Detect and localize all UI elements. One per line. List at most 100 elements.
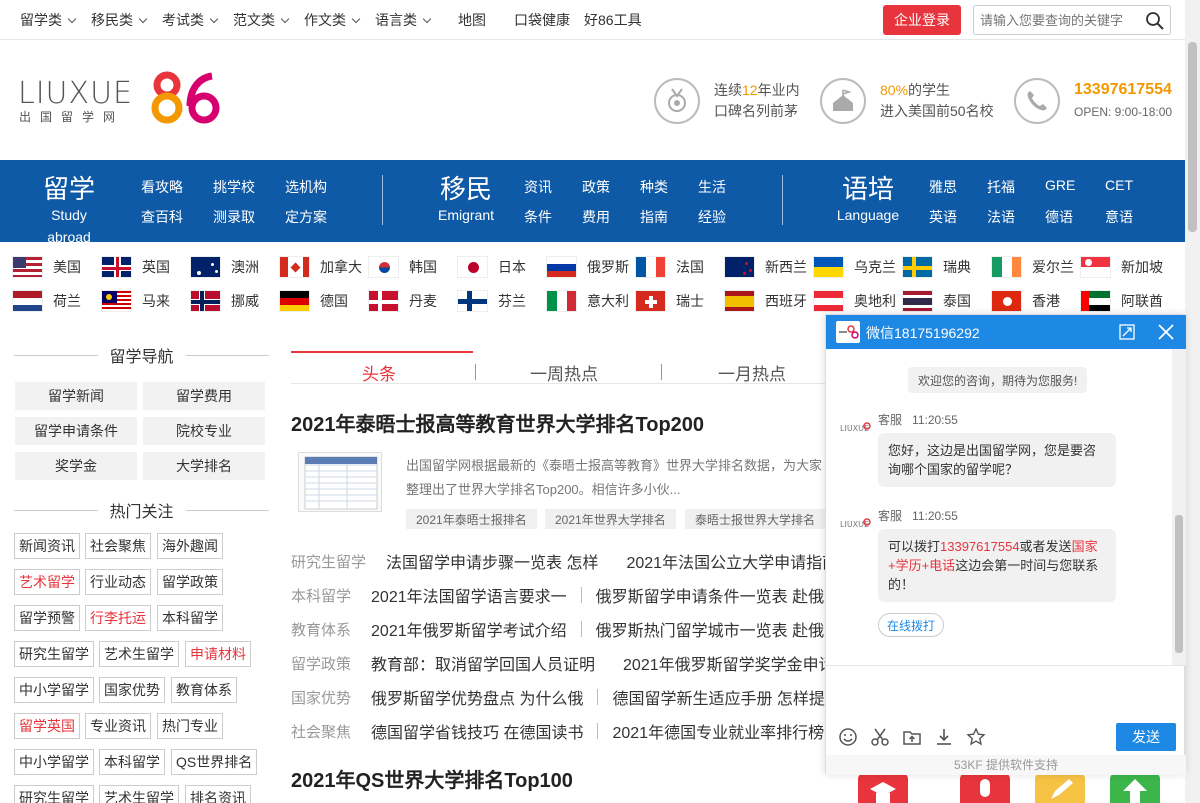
news-category[interactable]: 本科留学 (291, 585, 351, 606)
country-link[interactable]: 西班牙 (724, 290, 807, 312)
tab-weekly[interactable]: 一周热点 (530, 360, 598, 385)
country-link[interactable]: 乌克兰 (813, 256, 896, 278)
chat-scrollbar-thumb[interactable] (1175, 515, 1183, 653)
news-link[interactable]: 2021年德国专业就业率排行榜 (612, 719, 824, 743)
link-map[interactable]: 地图 (458, 10, 486, 30)
band-link[interactable]: 经验 (698, 207, 726, 227)
tag[interactable]: 艺术生留学 (99, 641, 179, 667)
country-link[interactable]: 奥地利 (813, 290, 896, 312)
tag[interactable]: 艺术生留学 (99, 785, 179, 803)
band-link[interactable]: CET (1105, 177, 1133, 193)
tag[interactable]: 中小学留学 (14, 677, 94, 703)
tag[interactable]: 研究生留学 (14, 641, 94, 667)
country-link[interactable]: 澳洲 (190, 256, 259, 278)
country-link[interactable]: 芬兰 (457, 290, 526, 312)
close-icon[interactable] (1158, 324, 1174, 340)
emoji-icon[interactable] (838, 727, 858, 747)
link-health[interactable]: 口袋健康 (514, 10, 570, 30)
hotline-number[interactable]: 13397617554 (1074, 79, 1172, 101)
scissors-icon[interactable] (870, 727, 890, 747)
tag[interactable]: 本科留学 (157, 605, 223, 631)
tag[interactable]: 新闻资讯 (14, 533, 80, 559)
category-study[interactable]: 留学 Study abroad (28, 174, 110, 248)
float-top-button[interactable] (1110, 773, 1160, 803)
menu-study[interactable]: 留学类 (20, 10, 77, 30)
band-link[interactable]: 德语 (1045, 207, 1073, 227)
band-link[interactable]: 托福 (987, 177, 1015, 197)
band-link[interactable]: 查百科 (141, 207, 183, 227)
band-link[interactable]: 意语 (1105, 207, 1133, 227)
tag[interactable]: 艺术留学 (14, 569, 80, 595)
news-link[interactable]: 2021年法国留学语言要求一 (371, 583, 567, 607)
send-button[interactable]: 发送 (1116, 723, 1176, 751)
online-call-button[interactable]: 在线拨打 (878, 613, 945, 637)
float-edit-button[interactable] (1035, 773, 1085, 803)
news-link[interactable]: 俄罗斯留学申请条件一览表 赴俄 (596, 583, 824, 607)
country-link[interactable]: 德国 (279, 290, 348, 312)
tag[interactable]: 行业动态 (85, 569, 151, 595)
headline-title[interactable]: 2021年泰晤士报高等教育世界大学排名Top200 (291, 408, 704, 437)
band-link[interactable]: 费用 (582, 207, 610, 227)
news-category[interactable]: 社会聚焦 (291, 721, 351, 742)
tab-headlines[interactable]: 头条 (362, 360, 396, 385)
country-link[interactable]: 挪威 (190, 290, 259, 312)
news-link[interactable]: 2021年俄罗斯留学奖学金申请 (623, 651, 826, 675)
band-link[interactable]: 雅思 (929, 177, 957, 197)
nav-item[interactable]: 院校专业 (143, 417, 265, 445)
tag[interactable]: 海外趣闻 (157, 533, 223, 559)
tag[interactable]: 留学预警 (14, 605, 80, 631)
headline-title-2[interactable]: 2021年QS世界大学排名Top100 (291, 764, 573, 793)
country-link[interactable]: 俄罗斯 (546, 256, 629, 278)
band-link[interactable]: 法语 (987, 207, 1015, 227)
band-link[interactable]: 看攻略 (141, 177, 183, 197)
news-category[interactable]: 教育体系 (291, 619, 351, 640)
nav-item[interactable]: 留学新闻 (15, 382, 137, 410)
band-link[interactable]: GRE (1045, 177, 1075, 193)
band-link[interactable]: 定方案 (285, 207, 327, 227)
nav-item[interactable]: 奖学金 (15, 452, 137, 480)
chat-input-area[interactable] (826, 665, 1186, 725)
tag[interactable]: 社会聚焦 (85, 533, 151, 559)
tag[interactable]: 排名资讯 (185, 785, 251, 803)
band-link[interactable]: 测录取 (213, 207, 255, 227)
band-link[interactable]: 选机构 (285, 177, 327, 197)
menu-language[interactable]: 语言类 (375, 10, 432, 30)
maximize-icon[interactable] (1119, 324, 1135, 340)
menu-essay[interactable]: 作文类 (304, 10, 361, 30)
band-link[interactable]: 条件 (524, 207, 552, 227)
news-link[interactable]: 教育部：取消留学回国人员证明 (371, 651, 595, 675)
nav-item[interactable]: 留学申请条件 (15, 417, 137, 445)
enterprise-login-button[interactable]: 企业登录 (883, 5, 961, 35)
float-voice-button[interactable] (960, 773, 1010, 803)
country-link[interactable]: 荷兰 (12, 290, 81, 312)
nav-item[interactable]: 大学排名 (143, 452, 265, 480)
band-link[interactable]: 指南 (640, 207, 668, 227)
scrollbar-thumb[interactable] (1188, 42, 1197, 232)
news-link[interactable]: 德国留学新生适应手册 怎样提 (612, 685, 824, 709)
country-link[interactable]: 阿联酋 (1080, 290, 1163, 312)
country-link[interactable]: 加拿大 (279, 256, 362, 278)
news-link[interactable]: 德国留学省钱技巧 在德国读书 (371, 719, 583, 743)
band-link[interactable]: 种类 (640, 177, 668, 197)
star-icon[interactable] (966, 727, 986, 747)
band-link[interactable]: 英语 (929, 207, 957, 227)
site-logo[interactable]: LIUXUE 出国留学网 (18, 70, 228, 130)
news-link[interactable]: 2021年俄罗斯留学考试介绍 (371, 617, 567, 641)
country-link[interactable]: 瑞士 (635, 290, 704, 312)
tag[interactable]: 留学英国 (14, 713, 80, 739)
country-link[interactable]: 美国 (12, 256, 81, 278)
tag[interactable]: 研究生留学 (14, 785, 94, 803)
tag[interactable]: 本科留学 (99, 749, 165, 775)
tag[interactable]: 国家优势 (99, 677, 165, 703)
news-category[interactable]: 留学政策 (291, 653, 351, 674)
country-link[interactable]: 韩国 (368, 256, 437, 278)
article-thumbnail[interactable] (298, 452, 382, 512)
news-link[interactable]: 俄罗斯留学优势盘点 为什么俄 (371, 685, 583, 709)
nav-item[interactable]: 留学费用 (143, 382, 265, 410)
band-link[interactable]: 生活 (698, 177, 726, 197)
band-link[interactable]: 挑学校 (213, 177, 255, 197)
country-link[interactable]: 英国 (101, 256, 170, 278)
category-immigrate[interactable]: 移民 Emigrant (430, 174, 502, 226)
float-graduation-button[interactable] (858, 773, 908, 803)
news-link[interactable]: 法国留学申请步骤一览表 怎样 (386, 549, 598, 573)
